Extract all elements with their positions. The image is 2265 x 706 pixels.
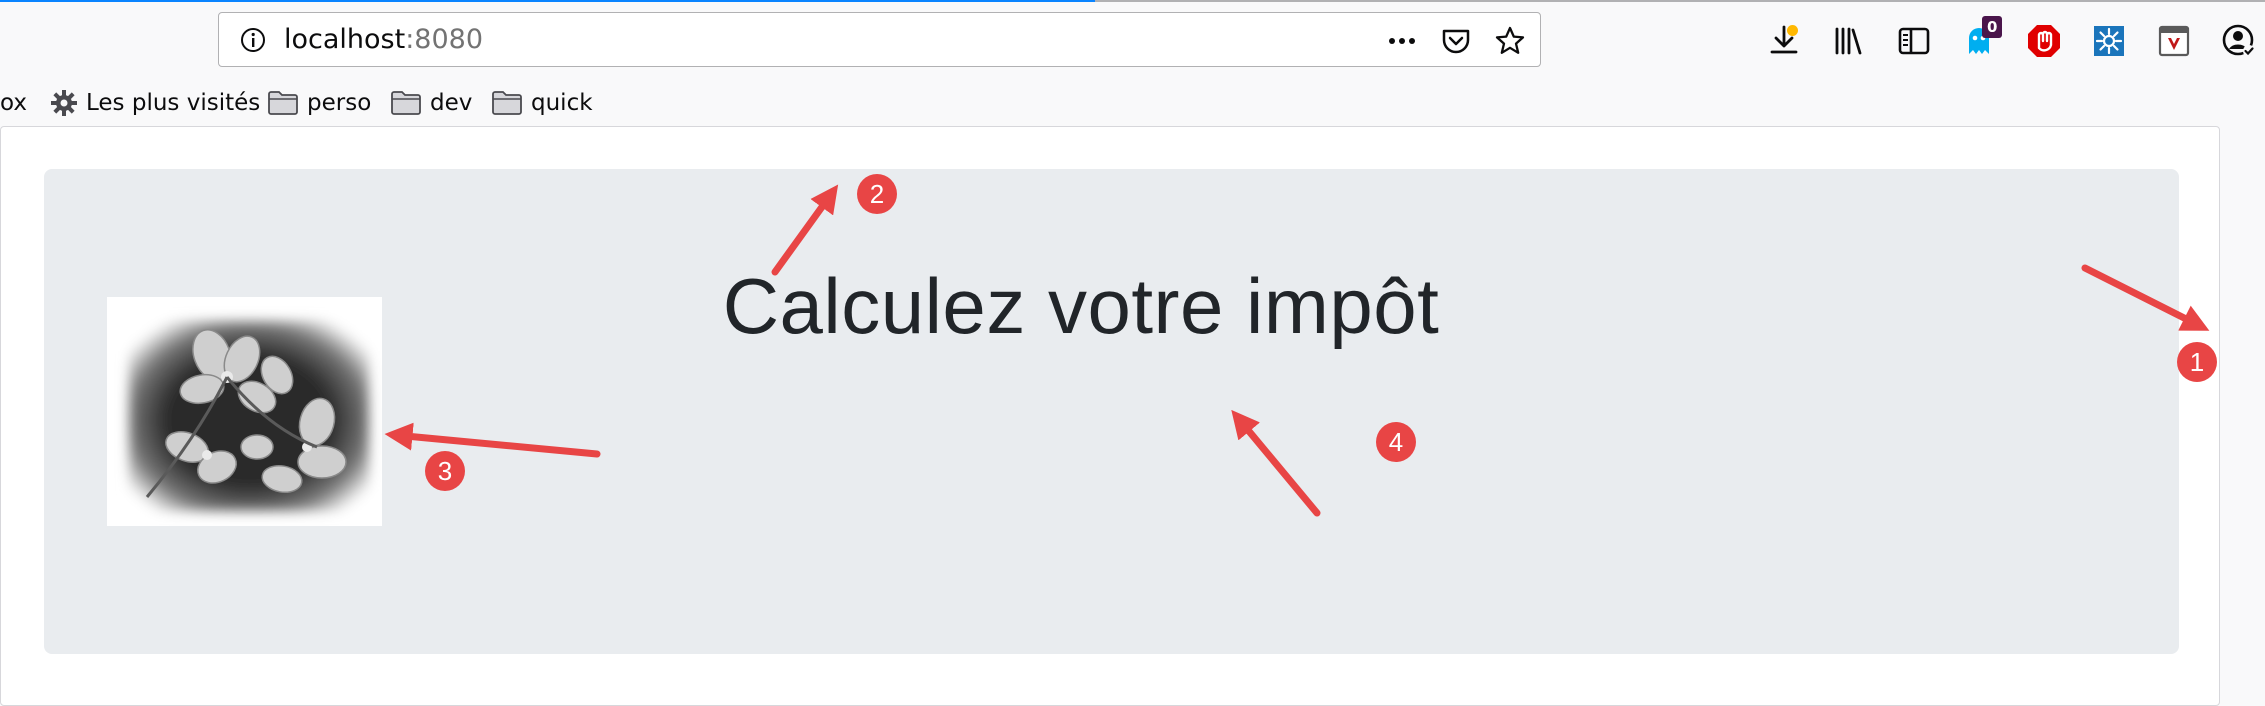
bookmark-folder-quick-label: quick	[531, 90, 593, 116]
info-icon[interactable]	[239, 26, 267, 54]
window-edge	[2220, 126, 2265, 691]
page-title: Calculez votre impôt	[1, 261, 2221, 352]
page-actions-icon[interactable]	[1386, 25, 1418, 57]
ublock-icon[interactable]	[2025, 22, 2063, 60]
bookmark-folder-dev[interactable]: dev	[390, 87, 472, 119]
folder-icon	[391, 91, 421, 115]
url-port: :8080	[405, 24, 484, 55]
sidebar-icon[interactable]	[1895, 22, 1933, 60]
bookmark-partial-label: ox	[0, 90, 27, 116]
folder-icon	[268, 91, 298, 115]
pocket-icon[interactable]	[1440, 25, 1472, 57]
bookmark-most-visited[interactable]: Les plus visités	[50, 87, 260, 119]
mcafee-icon[interactable]	[2155, 22, 2193, 60]
url-bar[interactable]: localhost:8080	[218, 12, 1541, 67]
ghostery-icon[interactable]: 0	[1960, 16, 2003, 60]
active-tab-indicator	[0, 0, 1095, 2]
gear-icon	[51, 90, 77, 116]
bookmark-folder-perso[interactable]: perso	[267, 87, 371, 119]
library-icon[interactable]	[1830, 22, 1868, 60]
url-host: localhost	[284, 24, 406, 55]
bookmark-folder-quick[interactable]: quick	[491, 87, 593, 119]
extension-icon[interactable]	[2090, 22, 2128, 60]
url-text[interactable]: localhost:8080	[284, 24, 483, 55]
bookmarks-toolbar: ox Les plus visités perso dev quick	[0, 83, 2265, 123]
annotation-marker-2: 2	[857, 174, 897, 214]
bookmark-star-icon[interactable]	[1494, 25, 1526, 57]
annotation-marker-3: 3	[425, 451, 465, 491]
annotation-marker-1: 1	[2177, 342, 2217, 382]
account-icon[interactable]	[2220, 22, 2258, 60]
download-notification-dot	[1787, 25, 1798, 36]
bookmark-most-visited-label: Les plus visités	[86, 90, 261, 116]
page-viewport: Calculez votre impôt	[0, 126, 2220, 706]
bookmark-partial[interactable]: ox	[0, 87, 27, 119]
page-title-text: Calculez votre impôt	[722, 262, 1440, 350]
annotation-marker-4: 4	[1376, 422, 1416, 462]
bookmark-folder-dev-label: dev	[430, 90, 473, 116]
folder-icon	[492, 91, 522, 115]
download-icon[interactable]	[1765, 22, 1803, 60]
tab-strip-border	[1095, 0, 2265, 2]
jumbotron	[44, 169, 2179, 654]
ghostery-badge: 0	[1982, 16, 2003, 38]
bookmark-folder-perso-label: perso	[307, 90, 372, 116]
browser-toolbar: localhost:8080 0	[0, 0, 2265, 83]
